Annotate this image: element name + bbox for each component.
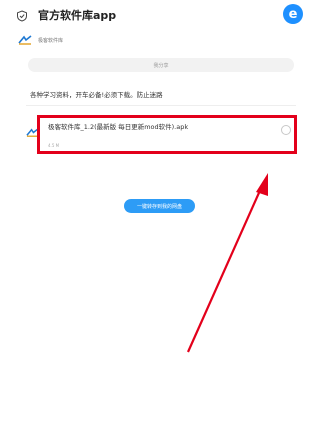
highlight-box: [37, 115, 297, 154]
shield-icon: [17, 10, 27, 22]
app-title: 官方软件库app: [38, 9, 117, 22]
save-to-netdisk-button[interactable]: 一键转存到我的网盘: [124, 199, 195, 213]
divider: [26, 105, 296, 106]
brand-name: 极客软件库: [38, 37, 64, 44]
top-bar: 官方软件库app e: [0, 0, 321, 30]
brand-logo-icon: [18, 35, 32, 45]
share-description: 各种学习资料，开车必备!必须下载。防止迷路: [30, 91, 163, 99]
share-bar: 我分享: [28, 58, 294, 72]
brand-row: 极客软件库: [18, 33, 63, 47]
browser-icon[interactable]: e: [283, 4, 303, 24]
